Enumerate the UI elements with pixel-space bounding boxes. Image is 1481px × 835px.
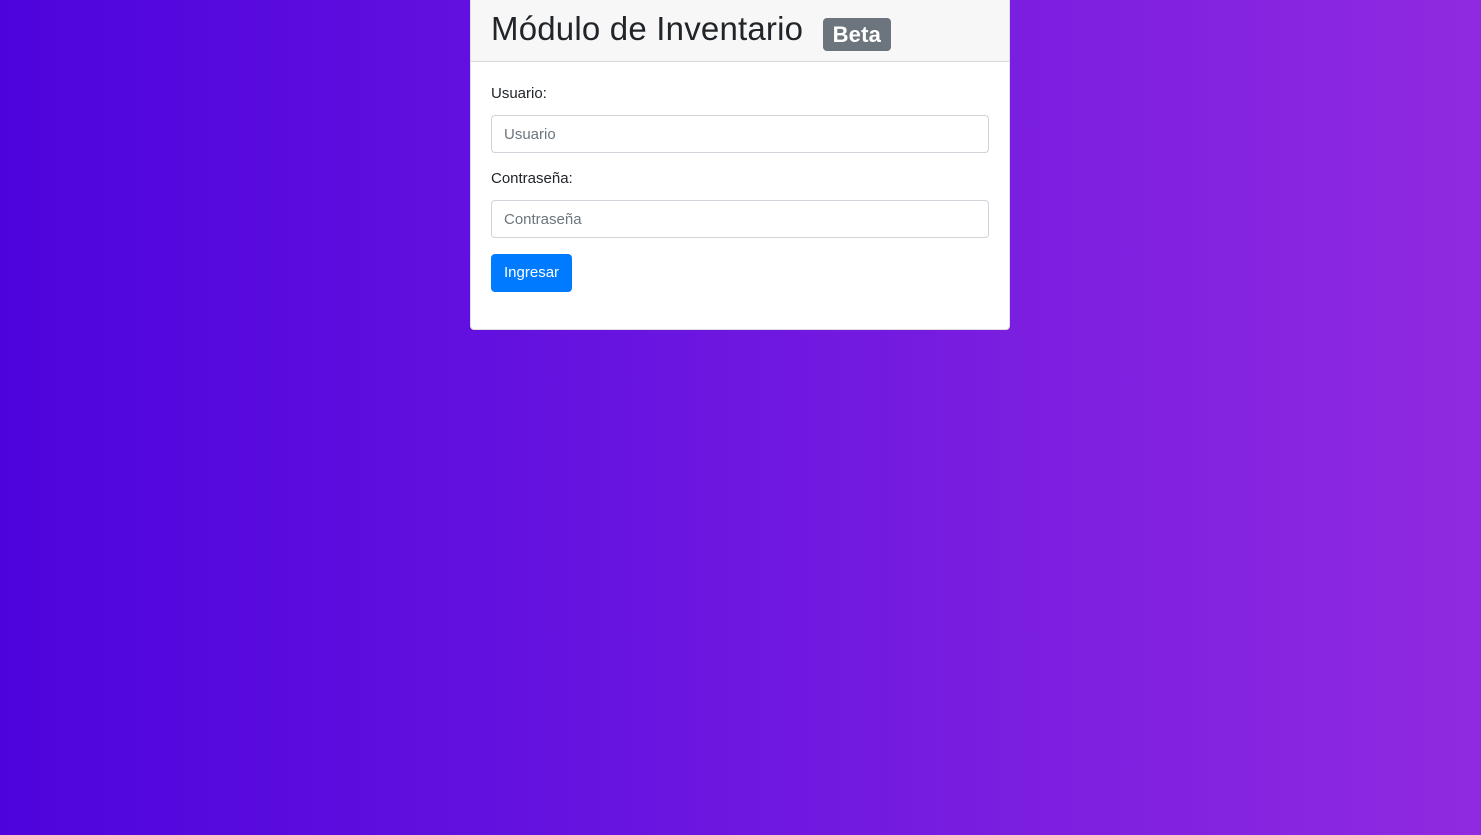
username-input[interactable] [491, 115, 989, 153]
password-input[interactable] [491, 200, 989, 238]
password-group: Contraseña: [491, 169, 989, 238]
card-header: Módulo de Inventario Beta [471, 0, 1009, 62]
submit-button[interactable]: Ingresar [491, 254, 573, 292]
page-title: Módulo de Inventario Beta [491, 10, 892, 51]
username-group: Usuario: [491, 84, 989, 153]
login-form: Usuario: Contraseña: Ingresar [471, 62, 1009, 292]
beta-badge: Beta [822, 18, 892, 51]
login-card: Módulo de Inventario Beta Usuario: Contr… [470, 0, 1010, 330]
username-label: Usuario: [491, 85, 547, 102]
password-label: Contraseña: [491, 170, 573, 187]
title-text: Módulo de Inventario [491, 10, 804, 47]
